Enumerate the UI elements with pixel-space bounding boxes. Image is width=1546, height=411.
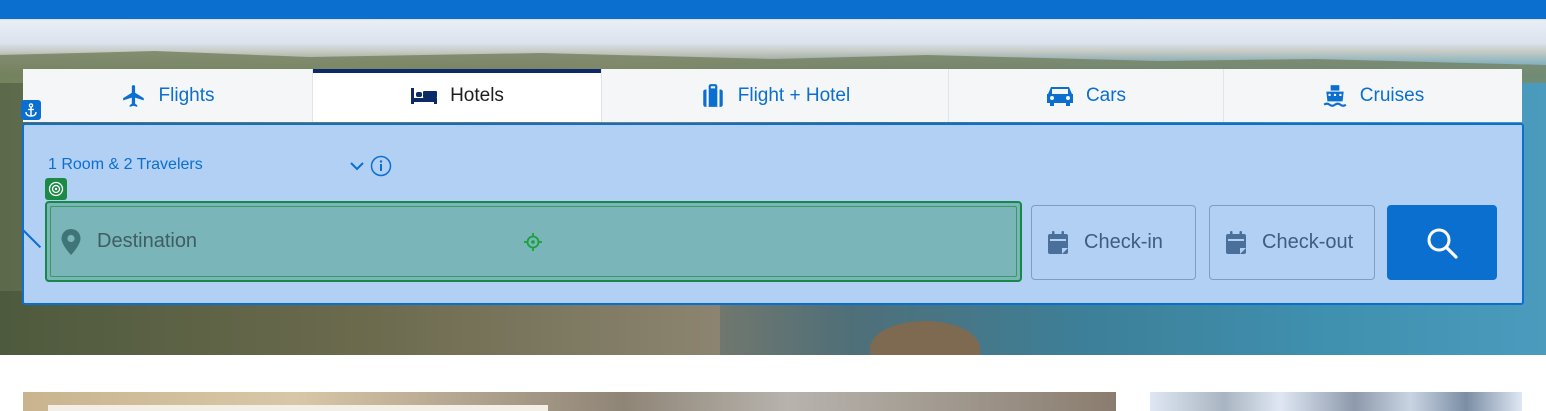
location-pin-icon [61, 229, 81, 255]
tab-cars-label: Cars [1085, 84, 1127, 106]
destination-placeholder: Destination [97, 230, 198, 252]
travelers-selector[interactable]: 1 Room & 2 Travelers [48, 156, 203, 174]
target-icon [45, 178, 67, 200]
ship-icon [1323, 84, 1347, 107]
tab-cruises-label: Cruises [1359, 84, 1425, 106]
hero-rock [870, 321, 980, 355]
luggage-icon [703, 83, 723, 107]
tab-hotels-label: Hotels [450, 84, 504, 106]
anchor-icon [21, 100, 41, 120]
tab-cruises[interactable]: Cruises [1224, 69, 1522, 122]
search-icon [1427, 228, 1458, 259]
plane-icon [122, 84, 144, 107]
checkout-label: Check-out [1262, 231, 1354, 253]
product-tabs: Flights Hotels Flight + Hotel Cars Cruis… [23, 69, 1522, 122]
info-icon[interactable] [370, 155, 392, 177]
city-card-image[interactable] [1150, 392, 1522, 411]
promo-card-overlay [48, 405, 548, 411]
tab-flight-hotel[interactable]: Flight + Hotel [602, 69, 949, 122]
tab-flight-hotel-label: Flight + Hotel [737, 84, 851, 106]
chevron-down-icon[interactable] [348, 157, 366, 175]
calendar-icon [1048, 230, 1068, 254]
crosshair-icon [524, 233, 542, 251]
tab-hotels[interactable]: Hotels [313, 69, 602, 122]
checkout-field[interactable]: Check-out [1209, 205, 1375, 280]
tab-cars[interactable]: Cars [949, 69, 1224, 122]
calendar-icon [1226, 230, 1246, 254]
checkin-label: Check-in [1084, 231, 1163, 253]
bed-icon [411, 87, 438, 104]
search-button[interactable] [1387, 205, 1497, 280]
top-bar [0, 0, 1546, 19]
tab-flights[interactable]: Flights [23, 69, 313, 122]
checkin-field[interactable]: Check-in [1031, 205, 1196, 280]
tab-flights-label: Flights [158, 84, 215, 106]
car-icon [1046, 86, 1073, 106]
